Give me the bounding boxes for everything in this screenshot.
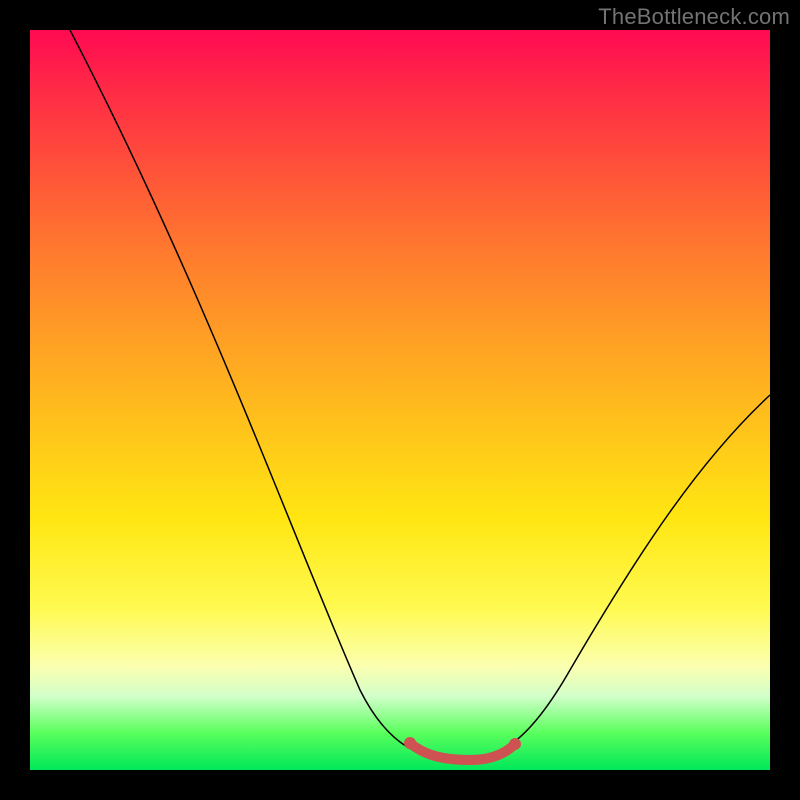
highlight-start-dot [404,737,416,749]
highlight-segment [410,743,515,760]
highlight-end-dot [509,738,521,750]
chart-plot [30,30,770,770]
series-curve [70,30,770,760]
watermark-text: TheBottleneck.com [598,4,790,30]
stage: TheBottleneck.com [0,0,800,800]
chart-svg [30,30,770,770]
